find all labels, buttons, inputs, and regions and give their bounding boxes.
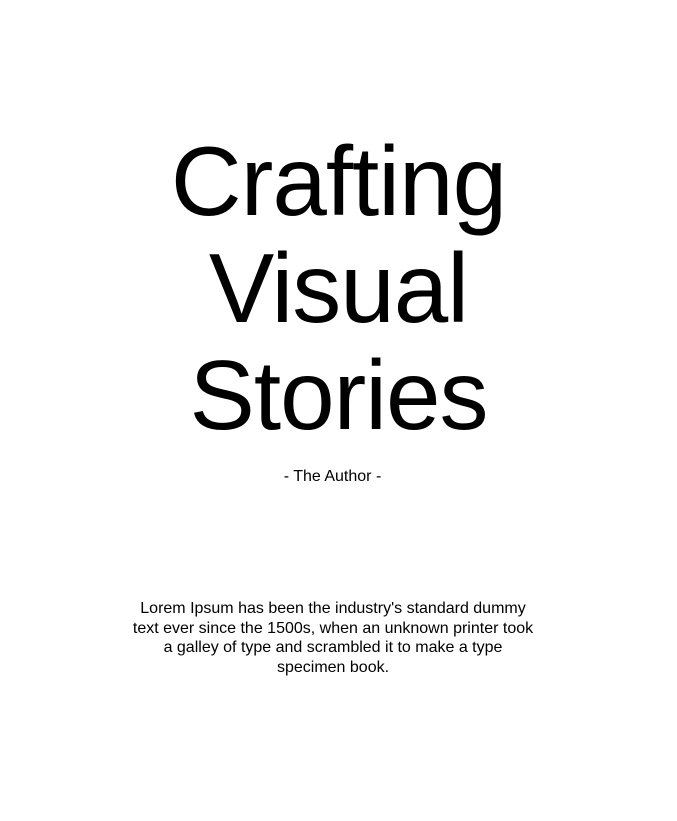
cover-blurb: Lorem Ipsum has been the industry's stan… bbox=[132, 600, 534, 676]
cover-title: Crafting Visual Stories bbox=[0, 128, 677, 449]
title-line-2: Visual bbox=[208, 233, 469, 343]
author-byline: - The Author - bbox=[283, 468, 382, 485]
book-cover: Crafting Visual Stories - The Author - L… bbox=[0, 0, 677, 821]
title-line-3: Stories bbox=[189, 340, 488, 450]
title-line-1: Crafting bbox=[170, 126, 507, 236]
